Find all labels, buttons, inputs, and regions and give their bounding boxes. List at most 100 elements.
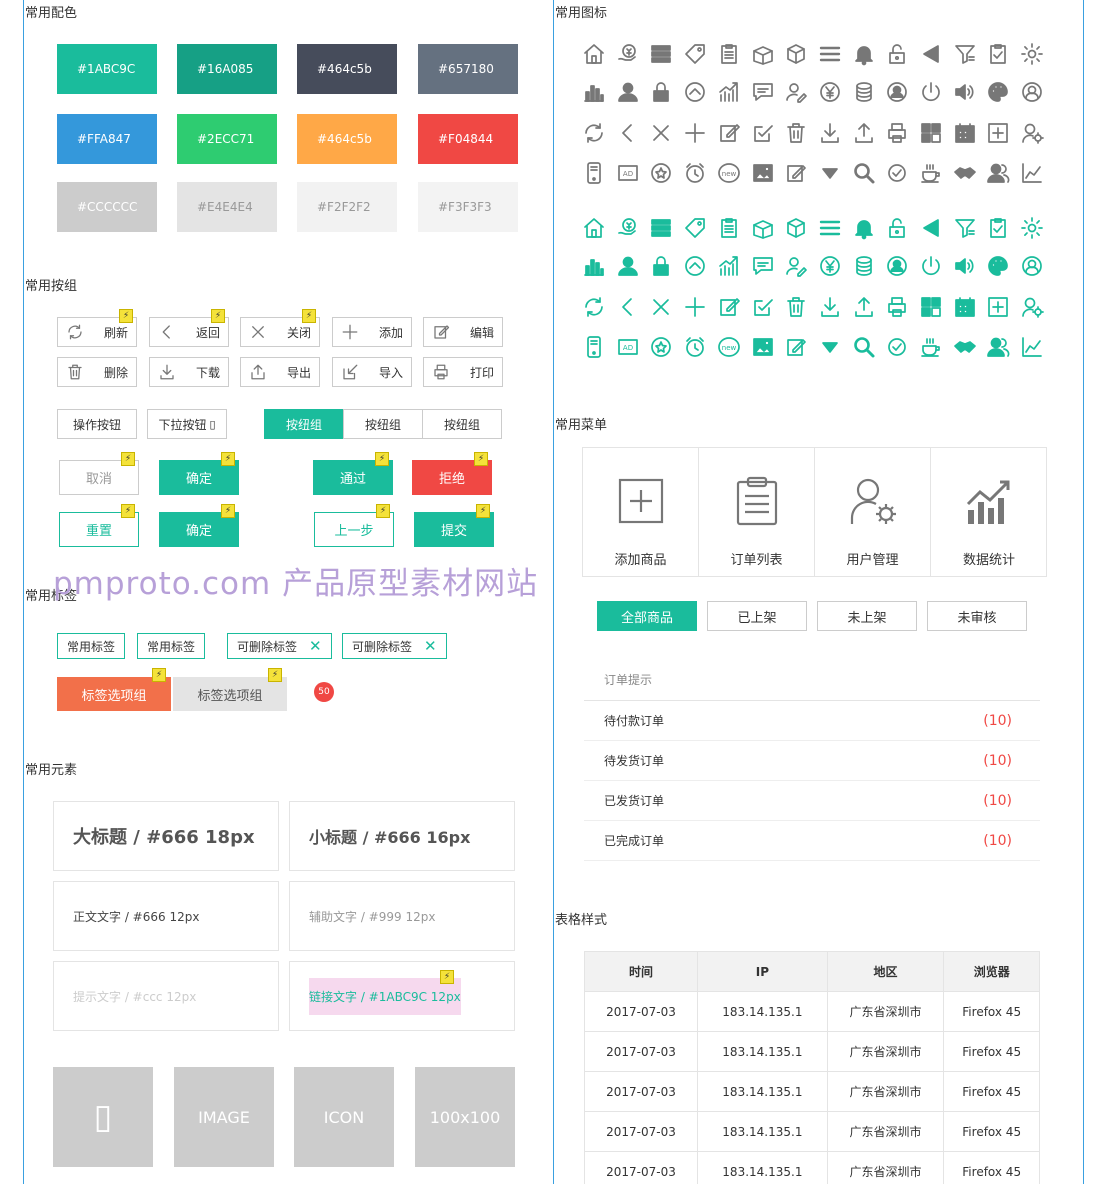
tag-icon[interactable] [683,42,707,66]
close-icon[interactable] [649,295,673,319]
table-header-cell[interactable]: IP [697,951,828,992]
calendar-icon[interactable] [953,121,977,145]
chevron-up-circle-icon[interactable] [683,254,707,278]
trend-chart-icon[interactable] [717,80,741,104]
triangle-left-icon[interactable] [919,216,943,240]
bell-icon[interactable] [852,216,876,240]
order-row[interactable]: 已发货订单 (10) [584,781,1040,821]
chevron-left-icon[interactable] [616,121,640,145]
clipboard-icon[interactable] [717,216,741,240]
palette-icon[interactable] [986,80,1010,104]
add-box-icon[interactable] [986,121,1010,145]
list-bars-icon[interactable] [649,42,673,66]
tag-removable-2[interactable]: 可删除标签 ✕ [342,633,447,659]
caret-down-icon[interactable] [818,335,842,359]
star-circle-icon[interactable] [649,161,673,185]
order-row[interactable]: 待付款订单 (10) [584,701,1040,741]
handshake-icon[interactable] [953,335,977,359]
bar-chart-icon[interactable] [582,80,606,104]
icon-button-export[interactable]: 导出 [240,357,320,387]
user-circle-icon[interactable] [885,80,909,104]
tag-option-inactive[interactable]: 标签选项组 [173,677,287,711]
user-circle-icon[interactable] [885,254,909,278]
printer-icon[interactable] [885,121,909,145]
table-row[interactable]: 2017-07-03 183.14.135.1 广东省深圳市 Firefox 45 [583,991,1040,1032]
unlock-icon[interactable] [885,216,909,240]
check-edit-icon[interactable] [751,121,775,145]
close-icon[interactable] [649,121,673,145]
tag-plain-1[interactable]: 常用标签 [57,633,126,659]
home-icon[interactable] [582,216,606,240]
operation-button[interactable]: 操作按钮 [57,409,137,439]
tag-removable-1[interactable]: 可删除标签 ✕ [227,633,332,659]
filter-icon[interactable] [953,42,977,66]
volume-icon[interactable] [953,254,977,278]
caret-down-icon[interactable] [818,161,842,185]
menu-item-1[interactable]: 添加商品 [583,447,699,577]
filter-tab-1[interactable]: 全部商品 [597,601,697,631]
tag-icon[interactable] [683,216,707,240]
filter-tab-2[interactable]: 已上架 [707,601,807,631]
icon-button-edit[interactable]: 编辑 [423,317,503,347]
plus-icon[interactable] [683,121,707,145]
link-text-sample[interactable]: 链接文字 / #1ABC9C 12px [309,977,461,1015]
button-group-item-2[interactable]: 按纽组 [343,409,423,439]
filter-icon[interactable] [953,216,977,240]
grid-icon[interactable] [919,121,943,145]
ad-icon[interactable]: AD [616,335,640,359]
trash-icon[interactable] [784,295,808,319]
icon-button-download[interactable]: 下载 [149,357,229,387]
box-open-icon[interactable] [751,42,775,66]
plus-icon[interactable] [683,295,707,319]
cube-icon[interactable] [784,42,808,66]
menu-item-2[interactable]: 订单列表 [699,447,815,577]
remove-tag-icon[interactable]: ✕ [424,637,437,655]
lock-icon[interactable] [649,254,673,278]
account-circle-icon[interactable] [1020,254,1044,278]
gear-icon[interactable] [1020,216,1044,240]
money-hand-icon[interactable] [616,216,640,240]
unlock-icon[interactable] [885,42,909,66]
users-icon[interactable] [986,161,1010,185]
table-header-cell[interactable]: 地区 [826,951,945,992]
user-settings-icon[interactable] [1020,121,1044,145]
trash-icon[interactable] [784,121,808,145]
bell-icon[interactable] [852,42,876,66]
user-icon[interactable] [616,254,640,278]
table-header-cell[interactable]: 时间 [583,951,699,992]
tag-plain-2[interactable]: 常用标签 [137,633,206,659]
check-clipboard-icon[interactable] [986,216,1010,240]
button-group-item-3[interactable]: 按纽组 [422,409,502,439]
grid-icon[interactable] [919,295,943,319]
power-icon[interactable] [919,254,943,278]
chevron-up-circle-icon[interactable] [683,80,707,104]
clipboard-icon[interactable] [717,42,741,66]
money-hand-icon[interactable] [616,42,640,66]
user-edit-icon[interactable] [784,80,808,104]
calendar-icon[interactable] [953,295,977,319]
coffee-icon[interactable] [919,335,943,359]
icon-button-plus[interactable]: 添加 [332,317,412,347]
pencil-square-icon[interactable] [784,161,808,185]
handshake-icon[interactable] [953,161,977,185]
box-open-icon[interactable] [751,216,775,240]
new-badge-icon[interactable]: new [717,161,741,185]
icon-button-print[interactable]: 打印 [423,357,503,387]
chevron-left-icon[interactable] [616,295,640,319]
lock-icon[interactable] [649,80,673,104]
filter-tab-4[interactable]: 未审核 [927,601,1027,631]
device-icon[interactable] [582,335,606,359]
refresh-icon[interactable] [582,295,606,319]
coins-icon[interactable] [852,254,876,278]
bar-chart-icon[interactable] [582,254,606,278]
tag-option-active[interactable]: 标签选项组 [57,677,171,711]
table-row[interactable]: 2017-07-03 183.14.135.1 广东省深圳市 Firefox 45 [583,1151,1040,1184]
star-circle-icon[interactable] [649,335,673,359]
user-edit-icon[interactable] [784,254,808,278]
table-row[interactable]: 2017-07-03 183.14.135.1 广东省深圳市 Firefox 45 [583,1031,1040,1072]
image-icon[interactable] [751,161,775,185]
cube-icon[interactable] [784,216,808,240]
table-row[interactable]: 2017-07-03 183.14.135.1 广东省深圳市 Firefox 45 [583,1071,1040,1112]
dropdown-button[interactable]: 下拉按钮 ▯ [147,409,227,439]
palette-icon[interactable] [986,254,1010,278]
